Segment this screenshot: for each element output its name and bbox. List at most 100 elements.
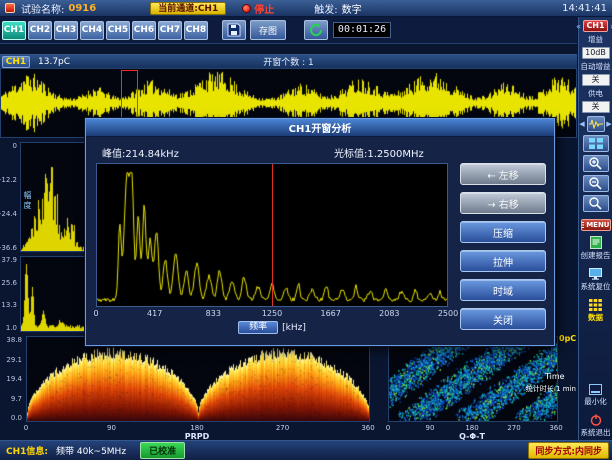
gain-label: 增益 — [588, 35, 603, 44]
tab-ch2[interactable]: CH2 — [28, 21, 52, 40]
tab-ch7[interactable]: CH7 — [158, 21, 182, 40]
topbar: 试验名称: 0916 当前通道:CH1 停止 触发: 数字 14:41:41 — [0, 0, 612, 17]
qpt-canvas — [389, 337, 557, 421]
x-tick: 1667 — [320, 309, 340, 318]
shift-right-button[interactable]: → 右移 — [460, 192, 546, 214]
channel-info-label: CH1信息: — [6, 444, 48, 457]
exit-button[interactable]: 系统退出 — [580, 412, 612, 440]
x-tick: 270 — [507, 424, 520, 432]
band-value: 频带 40k~5MHz — [56, 444, 126, 457]
frequency-axis-unit: [kHz] — [282, 323, 306, 333]
save-button[interactable] — [222, 20, 246, 40]
sync-mode-badge: 同步方式:内同步 — [528, 442, 609, 459]
auto-gain-value[interactable]: 关 — [582, 74, 610, 86]
y-tick: -36.6 — [0, 244, 17, 252]
channel-tabbar: CH1 CH2 CH3 CH4 CH5 CH6 CH7 CH8 存图 00:01… — [0, 17, 577, 44]
x-tick: 360 — [361, 424, 374, 432]
current-channel-badge: 当前通道:CH1 — [150, 2, 226, 15]
tab-ch6[interactable]: CH6 — [132, 21, 156, 40]
analysis-spectrum-plot[interactable] — [96, 163, 448, 307]
system-reset-button[interactable]: 系统复位 — [580, 266, 612, 294]
sidebar-item-label: 最小化 — [584, 396, 607, 407]
save-icon — [227, 23, 241, 37]
trigger-label: 触发: — [314, 1, 337, 16]
test-name-value: 0916 — [68, 3, 96, 14]
x-tick: 360 — [549, 424, 562, 432]
time-domain-button[interactable]: 时域 — [460, 279, 546, 301]
minimize-button[interactable]: 最小化 — [580, 382, 612, 409]
tab-ch4[interactable]: CH4 — [80, 21, 104, 40]
zoom-out-button[interactable] — [583, 175, 609, 192]
waveform-icon — [589, 119, 603, 129]
stop-indicator-icon — [242, 4, 251, 13]
tab-ch3[interactable]: CH3 — [54, 21, 78, 40]
frequency-axis-chip[interactable]: 频率 — [238, 321, 278, 334]
data-grid-icon — [589, 299, 602, 311]
x-tick: 2083 — [379, 309, 399, 318]
tab-ch8[interactable]: CH8 — [184, 21, 208, 40]
power-value[interactable]: 关 — [582, 101, 610, 113]
prpd-plot — [26, 336, 370, 422]
timer-reset-icon — [309, 23, 323, 37]
channel-prev-button[interactable]: « — [574, 20, 582, 32]
close-button[interactable]: 关闭 — [460, 308, 546, 330]
frequency-axis-label-row: 频率 [kHz] — [96, 321, 448, 334]
frequency-cursor[interactable] — [272, 164, 273, 306]
x-tick: 833 — [206, 309, 221, 318]
spectrum-plot-area: 幅度 — [20, 142, 85, 252]
dialog-button-column: ← 左移 → 右移 压缩 拉伸 时域 关闭 — [460, 163, 546, 330]
display-prev-button[interactable]: ◀ — [579, 120, 586, 128]
compress-button[interactable]: 压缩 — [460, 221, 546, 243]
zoom-in-button[interactable] — [583, 155, 609, 172]
save-image-button[interactable]: 存图 — [250, 20, 286, 40]
qpt-plot — [388, 336, 558, 422]
x-tick: 180 — [465, 424, 478, 432]
prpd-y-axis: 38.8 29.1 19.4 9.7 0.0 — [0, 336, 24, 422]
test-name-label: 试验名称: — [21, 1, 64, 16]
timer-reset-button[interactable] — [304, 20, 328, 40]
sidebar-item-label: 系统复位 — [581, 281, 611, 292]
pulse-panel: 37.9 25.6 13.3 1.0 — [0, 256, 85, 332]
shift-left-button[interactable]: ← 左移 — [460, 163, 546, 185]
y-tick: 19.4 — [6, 375, 22, 383]
spectrum-y-axis: 0 -12.2 -24.4 -36.6 — [0, 142, 19, 252]
pulse-plot-area — [20, 256, 85, 332]
time-label: Time — [545, 372, 565, 381]
sidebar-channel-label: CH1 — [583, 20, 607, 32]
y-tick: -24.4 — [0, 210, 17, 218]
waveform-view-button[interactable] — [587, 116, 605, 132]
statistics-duration-label: 统计时长:1 min — [526, 384, 576, 394]
tab-ch1[interactable]: CH1 — [2, 21, 26, 40]
data-button[interactable]: 数据 — [580, 297, 612, 325]
stop-label[interactable]: 停止 — [254, 1, 274, 16]
gain-value[interactable]: 10dB — [582, 47, 610, 59]
x-tick: 1250 — [262, 309, 282, 318]
zoom-out-icon — [589, 177, 602, 190]
y-tick: -12.2 — [0, 176, 17, 184]
tab-ch5[interactable]: CH5 — [106, 21, 130, 40]
x-tick: 0 — [386, 424, 390, 432]
y-tick: 29.1 — [6, 356, 22, 364]
monitor-icon — [589, 268, 602, 280]
create-report-button[interactable]: 创建报告 — [580, 234, 612, 263]
x-tick: 0 — [24, 424, 28, 432]
y-tick: 13.3 — [1, 301, 17, 309]
y-tick: 9.7 — [11, 395, 22, 403]
menu-label: MENU — [586, 221, 609, 229]
system-clock: 14:41:41 — [562, 3, 607, 14]
peak-value-label: 峰值:214.84kHz — [102, 145, 179, 160]
sidebar-item-label: 数据 — [588, 312, 603, 323]
dialog-title: CH1开窗分析 — [289, 120, 352, 135]
zoom-reset-button[interactable] — [583, 195, 609, 212]
dialog-titlebar[interactable]: CH1开窗分析 — [86, 119, 554, 137]
x-tick: 417 — [147, 309, 162, 318]
layout-view-button[interactable] — [583, 135, 609, 152]
stretch-button[interactable]: 拉伸 — [460, 250, 546, 272]
app-icon — [5, 3, 15, 13]
pulse-y-axis: 37.9 25.6 13.3 1.0 — [0, 256, 19, 332]
channel-next-button[interactable]: » — [609, 20, 612, 32]
y-tick: 38.8 — [6, 336, 22, 344]
app-window: 试验名称: 0916 当前通道:CH1 停止 触发: 数字 14:41:41 C… — [0, 0, 612, 460]
display-next-button[interactable]: ▶ — [606, 120, 612, 128]
cursor-value-label: 光标值:1.2500MHz — [334, 145, 424, 160]
